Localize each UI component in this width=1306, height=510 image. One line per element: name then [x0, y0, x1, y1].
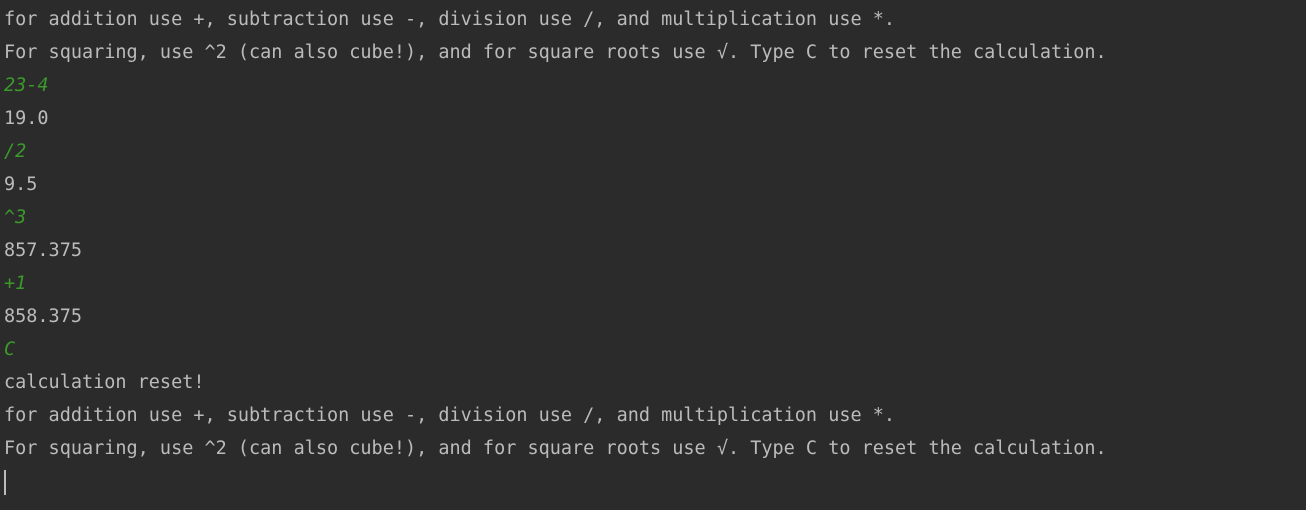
console-input-prompt[interactable] [4, 465, 1306, 498]
console-input-line: ^3 [4, 207, 27, 228]
console-input-line: /2 [4, 141, 27, 162]
console-output-line: for addition use +, subtraction use -, d… [4, 9, 896, 30]
run-console[interactable]: for addition use +, subtraction use -, d… [0, 0, 1306, 510]
console-output-line: calculation reset! [4, 372, 205, 393]
console-output-line: 858.375 [4, 306, 82, 327]
console-output-line: 19.0 [4, 108, 49, 129]
console-output-line: For squaring, use ^2 (can also cube!), a… [4, 438, 1107, 459]
console-input-line: +1 [4, 273, 27, 294]
console-input-line: 23-4 [4, 75, 49, 96]
console-input-line: C [4, 339, 16, 360]
text-caret [4, 470, 6, 495]
console-output-line: 857.375 [4, 240, 82, 261]
console-output-line: 9.5 [4, 174, 38, 195]
console-output-line: for addition use +, subtraction use -, d… [4, 405, 896, 426]
console-output-line: For squaring, use ^2 (can also cube!), a… [4, 42, 1107, 63]
